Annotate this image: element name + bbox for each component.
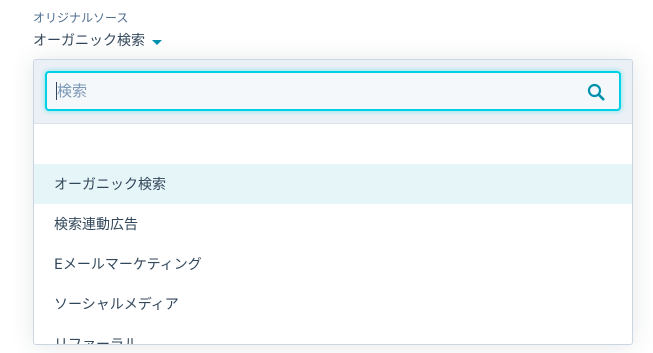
search-box[interactable] (45, 71, 621, 111)
options-list: オーガニック検索 検索連動広告 Eメールマーケティング ソーシャルメディア リフ… (34, 164, 632, 345)
option-referrals[interactable]: リファーラル (34, 324, 632, 345)
option-email-marketing[interactable]: Eメールマーケティング (34, 244, 632, 284)
option-social-media[interactable]: ソーシャルメディア (34, 284, 632, 324)
option-label: オーガニック検索 (54, 177, 166, 193)
search-input[interactable] (57, 73, 577, 109)
selected-value: オーガニック検索 (33, 33, 145, 49)
option-label: ソーシャルメディア (54, 297, 179, 313)
source-dropdown-toggle[interactable]: オーガニック検索 (33, 32, 162, 50)
option-label: Eメールマーケティング (54, 257, 202, 273)
option-organic-search[interactable]: オーガニック検索 (34, 164, 632, 204)
search-container (34, 60, 632, 124)
caret-down-icon (152, 39, 162, 45)
dropdown-menu: オーガニック検索 検索連動広告 Eメールマーケティング ソーシャルメディア リフ… (33, 59, 633, 345)
option-paid-search[interactable]: 検索連動広告 (34, 204, 632, 244)
option-label: リファーラル (54, 337, 138, 345)
field-label: オリジナルソース (33, 11, 129, 25)
option-label: 検索連動広告 (54, 217, 138, 233)
search-icon[interactable] (587, 83, 605, 101)
